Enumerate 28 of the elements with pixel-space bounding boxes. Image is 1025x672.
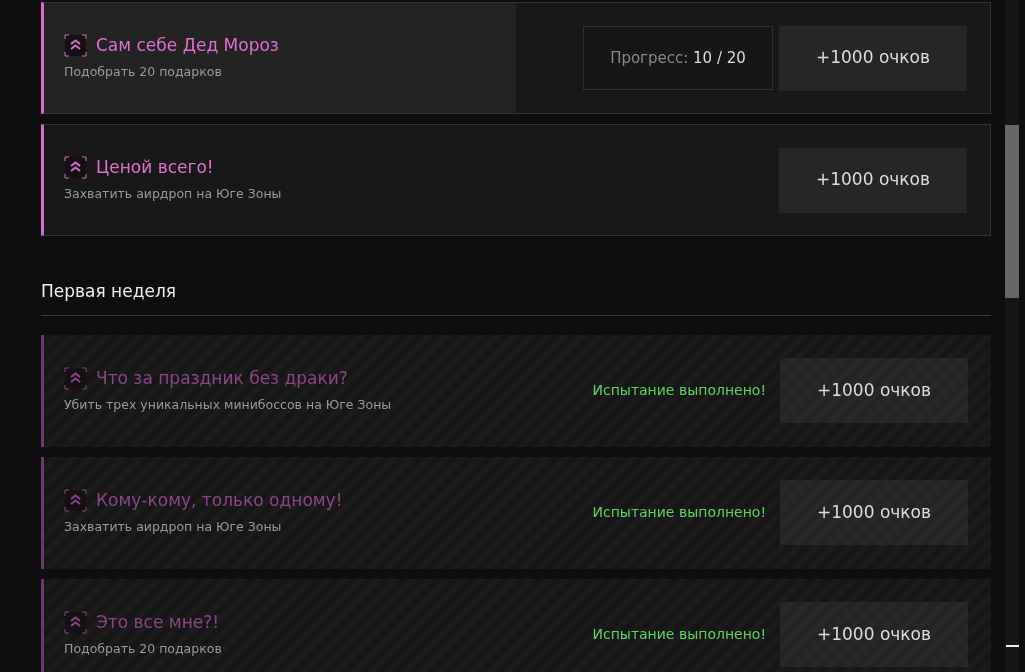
dash-mark	[1006, 645, 1019, 647]
progress-box: Прогресс: 10 / 20	[583, 26, 773, 90]
challenge-description: Захватить аирдроп на Юге Зоны	[64, 185, 283, 204]
challenge-description: Подобрать 20 подарков	[64, 639, 223, 658]
challenge-description: Убить трех уникальных минибоссов на Юге Зоны	[64, 395, 393, 414]
status-text: Испытание выполнено!	[592, 381, 766, 400]
reward-button[interactable]: +1000 очков	[779, 147, 967, 213]
reward-button[interactable]: +1000 очков	[780, 480, 968, 545]
reward-button[interactable]: +1000 очков	[779, 25, 967, 91]
challenge-description: Подобрать 20 подарков	[64, 63, 223, 82]
status-text: Испытание выполнено!	[592, 625, 766, 644]
challenge-title: Сам себе Дед Мороз	[96, 35, 279, 56]
challenge-description: Захватить аирдроп на Юге Зоны	[64, 517, 283, 536]
rank-chevron-icon	[64, 34, 87, 58]
section-heading: Первая неделя	[41, 246, 991, 316]
rank-chevron-icon	[64, 156, 87, 180]
scrollbar-thumb[interactable]	[1005, 125, 1019, 298]
challenge-title: Кому-кому, только одному!	[96, 489, 343, 511]
challenge-title: Что за праздник без драки?	[96, 367, 348, 389]
scrollbar[interactable]	[1005, 0, 1019, 672]
rank-chevron-icon	[64, 610, 87, 634]
reward-button[interactable]: +1000 очков	[780, 602, 968, 667]
reward-button[interactable]: +1000 очков	[780, 358, 968, 423]
rank-chevron-icon	[64, 366, 87, 390]
challenge-title: Это все мне?!	[96, 611, 220, 633]
challenge-title: Ценой всего!	[96, 157, 214, 178]
status-text: Испытание выполнено!	[592, 503, 766, 522]
rank-chevron-icon	[64, 488, 87, 512]
